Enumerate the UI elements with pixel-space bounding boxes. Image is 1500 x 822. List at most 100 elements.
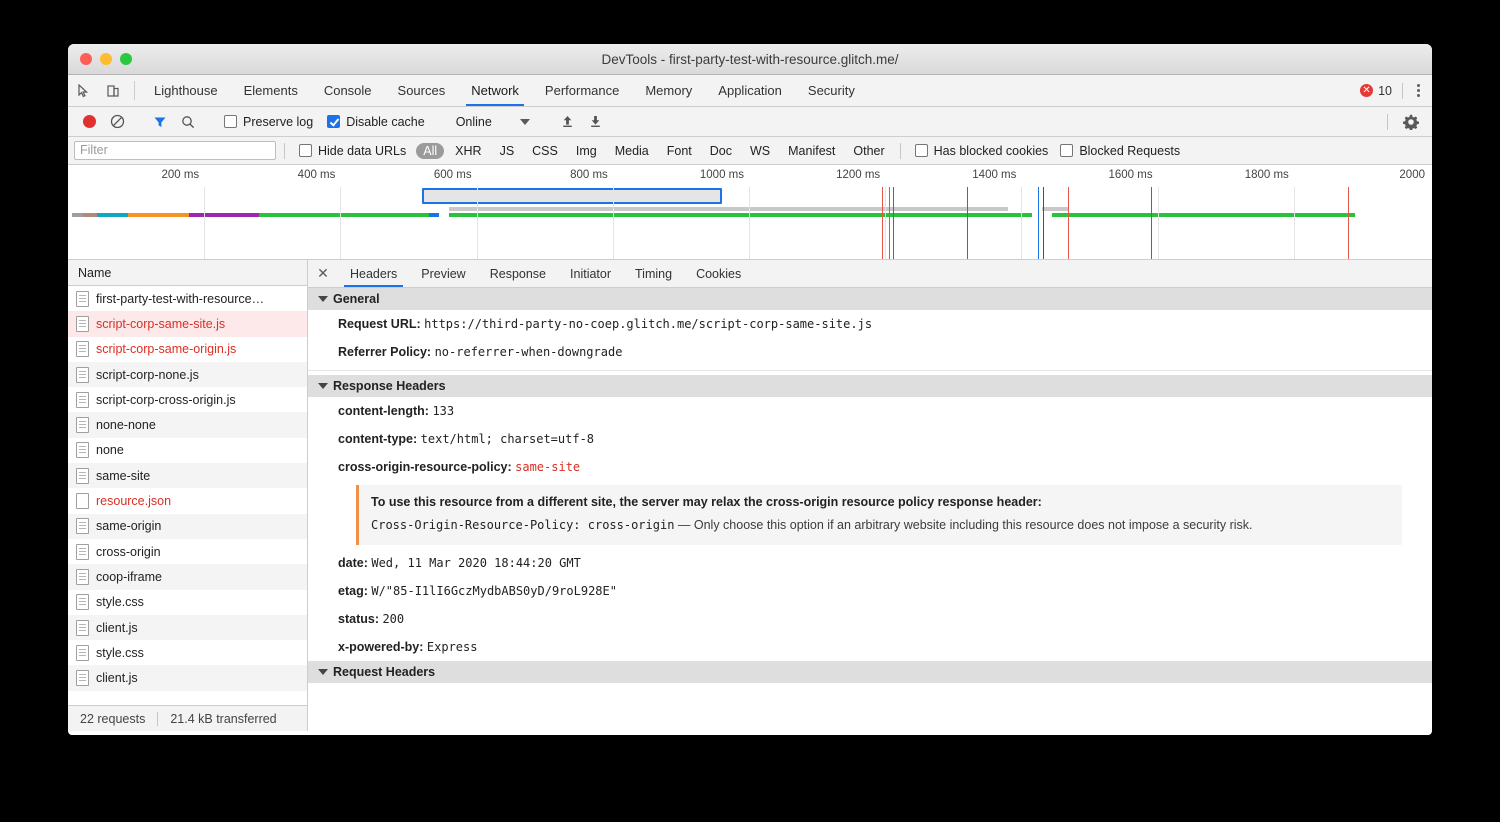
timeline-gridline xyxy=(204,187,205,259)
header-name: content-length: xyxy=(338,404,432,418)
timeline-selection-window[interactable] xyxy=(422,188,722,204)
upload-arrow-icon[interactable] xyxy=(555,110,581,134)
filter-type-css[interactable]: CSS xyxy=(525,143,565,159)
disable-cache-label: Disable cache xyxy=(346,115,425,129)
request-detail-pane: ✕ HeadersPreviewResponseInitiatorTimingC… xyxy=(308,260,1432,731)
detail-tab-preview[interactable]: Preview xyxy=(409,260,477,287)
request-row[interactable]: script-corp-none.js xyxy=(68,362,307,387)
has-blocked-cookies-label: Has blocked cookies xyxy=(934,144,1049,158)
header-value: Express xyxy=(427,640,478,654)
filter-type-manifest[interactable]: Manifest xyxy=(781,143,842,159)
filter-type-other[interactable]: Other xyxy=(846,143,891,159)
blank-document-icon xyxy=(76,493,89,509)
close-icon[interactable]: ✕ xyxy=(308,260,338,287)
device-toolbar-icon[interactable] xyxy=(98,75,128,106)
filter-type-img[interactable]: Img xyxy=(569,143,604,159)
blocked-requests-box[interactable] xyxy=(1060,144,1073,157)
request-row[interactable]: coop-iframe xyxy=(68,564,307,589)
throttling-select[interactable]: Online xyxy=(448,115,538,129)
callout-explanation: — Only choose this option if an arbitrar… xyxy=(674,518,1252,532)
tab-performance[interactable]: Performance xyxy=(532,75,632,106)
tab-label: Elements xyxy=(244,83,298,98)
request-row[interactable]: none xyxy=(68,438,307,463)
timeline-band-segment xyxy=(97,213,128,217)
request-row[interactable]: script-corp-same-site.js xyxy=(68,311,307,336)
has-blocked-cookies-checkbox[interactable]: Has blocked cookies xyxy=(909,144,1055,158)
disable-cache-checkbox[interactable]: Disable cache xyxy=(321,115,431,129)
request-row[interactable]: script-corp-same-origin.js xyxy=(68,337,307,362)
request-row[interactable]: client.js xyxy=(68,615,307,640)
network-toolbar: Preserve log Disable cache Online xyxy=(68,107,1432,137)
request-row[interactable]: none-none xyxy=(68,412,307,437)
filter-funnel-icon[interactable] xyxy=(147,110,173,134)
tab-application[interactable]: Application xyxy=(705,75,795,106)
request-row[interactable]: script-corp-cross-origin.js xyxy=(68,387,307,412)
document-icon xyxy=(76,645,89,661)
general-section-header[interactable]: General xyxy=(308,288,1432,310)
filter-type-js[interactable]: JS xyxy=(493,143,522,159)
request-row[interactable]: cross-origin xyxy=(68,539,307,564)
clear-icon[interactable] xyxy=(104,110,130,134)
timeline-gridline xyxy=(749,187,750,259)
timeline-band-segment xyxy=(189,213,258,217)
detail-tab-initiator[interactable]: Initiator xyxy=(558,260,623,287)
filter-type-font[interactable]: Font xyxy=(660,143,699,159)
request-list-header[interactable]: Name xyxy=(68,260,307,286)
request-name: client.js xyxy=(96,671,138,685)
hide-data-urls-box[interactable] xyxy=(299,144,312,157)
detail-tab-cookies[interactable]: Cookies xyxy=(684,260,753,287)
tab-security[interactable]: Security xyxy=(795,75,868,106)
detail-tab-timing[interactable]: Timing xyxy=(623,260,684,287)
filter-type-xhr[interactable]: XHR xyxy=(448,143,488,159)
request-name: resource.json xyxy=(96,494,171,508)
tab-console[interactable]: Console xyxy=(311,75,385,106)
timeline-ruler: 200 ms400 ms600 ms800 ms1000 ms1200 ms14… xyxy=(68,165,1432,187)
timeline-event-marker xyxy=(967,187,968,259)
chevron-down-icon xyxy=(318,383,328,389)
detail-tab-headers[interactable]: Headers xyxy=(338,260,409,287)
filter-type-doc[interactable]: Doc xyxy=(703,143,739,159)
tab-lighthouse[interactable]: Lighthouse xyxy=(141,75,231,106)
preserve-log-box[interactable] xyxy=(224,115,237,128)
header-name: content-type: xyxy=(338,432,421,446)
tab-network[interactable]: Network xyxy=(458,75,532,106)
filter-type-media[interactable]: Media xyxy=(608,143,656,159)
tab-memory[interactable]: Memory xyxy=(632,75,705,106)
network-overview[interactable]: 200 ms400 ms600 ms800 ms1000 ms1200 ms14… xyxy=(68,165,1432,260)
request-row[interactable]: style.css xyxy=(68,640,307,665)
timeline-tick-label: 600 ms xyxy=(357,165,477,187)
search-icon[interactable] xyxy=(175,110,201,134)
blocked-requests-checkbox[interactable]: Blocked Requests xyxy=(1054,144,1186,158)
request-list[interactable]: first-party-test-with-resource…script-co… xyxy=(68,286,307,705)
preserve-log-checkbox[interactable]: Preserve log xyxy=(218,115,319,129)
cursor-select-icon[interactable] xyxy=(68,75,98,106)
kebab-menu-icon[interactable] xyxy=(1413,84,1424,97)
request-name: style.css xyxy=(96,646,144,660)
error-count-badge[interactable]: ✕ 10 xyxy=(1360,84,1392,98)
hide-data-urls-checkbox[interactable]: Hide data URLs xyxy=(293,144,412,158)
document-icon xyxy=(76,341,89,357)
request-row[interactable]: same-site xyxy=(68,463,307,488)
request-row[interactable]: resource.json xyxy=(68,488,307,513)
tab-elements[interactable]: Elements xyxy=(231,75,311,106)
request-row[interactable]: same-origin xyxy=(68,514,307,539)
request-row[interactable]: style.css xyxy=(68,590,307,615)
filter-type-all[interactable]: All xyxy=(416,143,444,159)
tab-sources[interactable]: Sources xyxy=(385,75,459,106)
filter-input[interactable]: Filter xyxy=(74,141,276,160)
headers-panel: General Request URL: https://third-party… xyxy=(308,288,1432,731)
panel-tabs: Lighthouse Elements ConsoleSourcesNetworkP… xyxy=(141,75,868,106)
response-headers-section-header[interactable]: Response Headers xyxy=(308,375,1432,397)
record-button-icon[interactable] xyxy=(76,110,102,134)
detail-tab-response[interactable]: Response xyxy=(478,260,558,287)
download-arrow-icon[interactable] xyxy=(583,110,609,134)
request-headers-section-header[interactable]: Request Headers xyxy=(308,661,1432,683)
gear-icon[interactable] xyxy=(1398,110,1424,134)
filter-type-ws[interactable]: WS xyxy=(743,143,777,159)
has-blocked-cookies-box[interactable] xyxy=(915,144,928,157)
divider xyxy=(1387,114,1388,130)
disable-cache-box[interactable] xyxy=(327,115,340,128)
request-row[interactable]: client.js xyxy=(68,665,307,690)
document-icon xyxy=(76,291,89,307)
request-row[interactable]: first-party-test-with-resource… xyxy=(68,286,307,311)
